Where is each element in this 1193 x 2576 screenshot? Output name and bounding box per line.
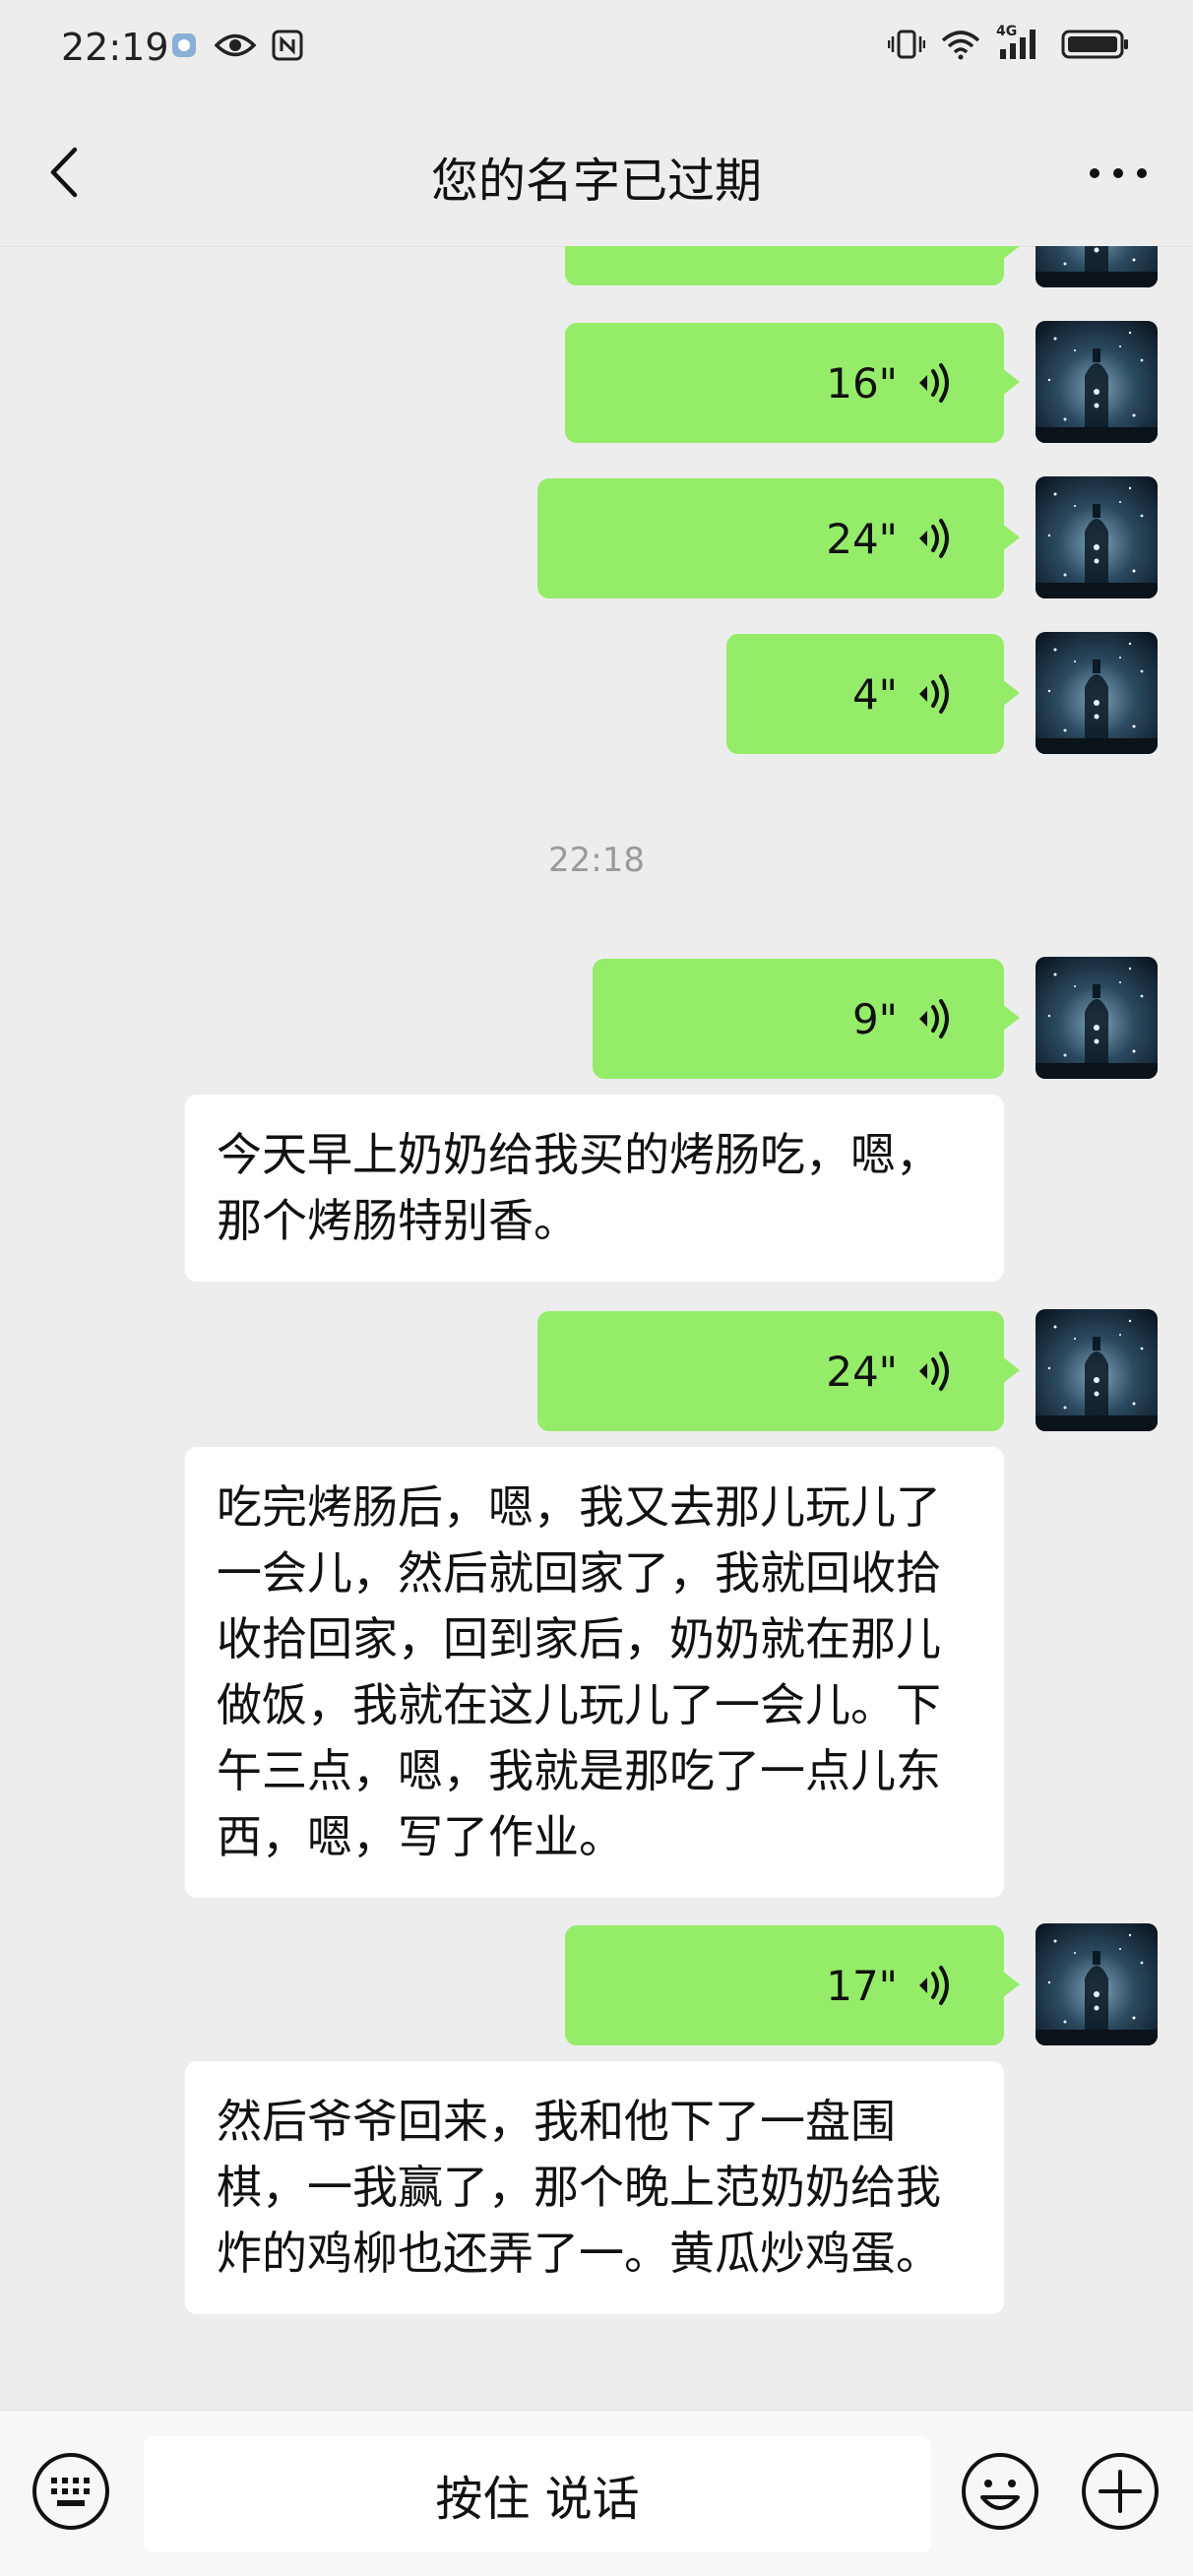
vibrate-icon (888, 30, 925, 59)
avatar[interactable] (1036, 632, 1158, 754)
avatar[interactable] (1036, 246, 1158, 287)
voice-wave-icon (913, 672, 953, 716)
voice-message-partial[interactable] (565, 246, 1020, 285)
voice-duration: 24" (826, 1347, 898, 1396)
voice-wave-icon (913, 517, 953, 560)
avatar[interactable] (1036, 957, 1158, 1079)
voice-transcript[interactable]: 吃完烤肠后，嗯，我又去那儿玩儿了一会儿，然后就回家了，我就回收拾收拾回家，回到家… (185, 1447, 1004, 1898)
voice-wave-icon (913, 1964, 953, 2007)
voice-duration: 4" (851, 669, 898, 719)
voice-duration: 24" (826, 514, 898, 563)
status-time: 22:19 (61, 26, 169, 69)
avatar[interactable] (1036, 321, 1158, 443)
status-right-icons: 4G (888, 24, 1130, 61)
message-timestamp: 22:18 (548, 841, 645, 880)
voice-message[interactable]: 24" (537, 478, 1020, 598)
avatar[interactable] (1036, 1923, 1158, 2045)
voice-message[interactable]: 4" (726, 634, 1020, 754)
eye-icon (215, 33, 256, 57)
more-options-button[interactable] (1079, 154, 1158, 193)
voice-message[interactable]: 16" (565, 323, 1020, 443)
voice-message[interactable]: 24" (537, 1311, 1020, 1431)
more-functions-button[interactable] (1079, 2450, 1162, 2533)
avatar[interactable] (1036, 1309, 1158, 1431)
app-notification-icon (172, 33, 196, 57)
voice-transcript[interactable]: 今天早上奶奶给我买的烤肠吃，嗯，那个烤肠特别香。 (185, 1095, 1004, 1282)
status-left-icons (169, 30, 303, 61)
voice-message[interactable]: 17" (565, 1925, 1020, 2045)
signal-4g-icon: 4G (996, 24, 1045, 61)
voice-duration: 16" (826, 358, 898, 408)
emoji-button[interactable] (959, 2450, 1041, 2533)
voice-message[interactable]: 9" (593, 959, 1020, 1079)
voice-duration: 9" (851, 994, 898, 1043)
message-list[interactable]: 16" 24" 4" 22:18 9" 今天早上奶奶给我买的烤肠吃，嗯，那个烤肠… (0, 246, 1193, 2410)
keyboard-button[interactable] (30, 2450, 112, 2533)
battery-icon (1061, 30, 1128, 59)
hold-to-talk-button[interactable]: 按住 说话 (144, 2436, 931, 2552)
voice-wave-icon (913, 361, 953, 405)
voice-wave-icon (913, 997, 953, 1040)
nfc-icon (272, 30, 303, 61)
status-bar: 22:19 4G (0, 0, 1193, 98)
input-bar: 按住 说话 (0, 2410, 1193, 2576)
chat-header: 您的名字已过期 (0, 98, 1193, 247)
voice-transcript[interactable]: 然后爷爷回来，我和他下了一盘围棋，一我赢了，那个晚上范奶奶给我炸的鸡柳也还弄了一… (185, 2061, 1004, 2314)
voice-duration: 17" (826, 1961, 898, 2010)
wifi-icon (941, 31, 980, 60)
voice-wave-icon (913, 1350, 953, 1393)
avatar[interactable] (1036, 476, 1158, 598)
chat-title: 您的名字已过期 (430, 154, 762, 209)
